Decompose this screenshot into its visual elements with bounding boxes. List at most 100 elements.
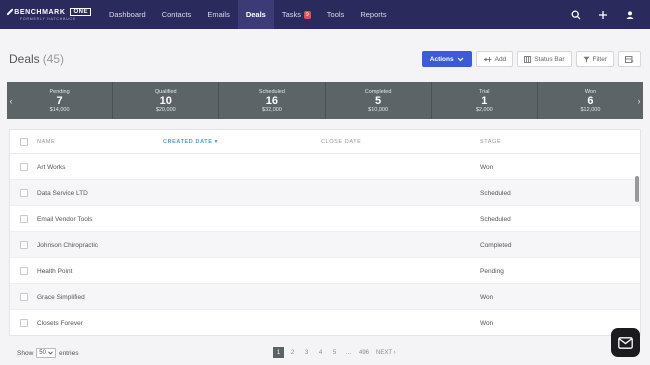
page-button-5[interactable]: 5	[329, 347, 340, 358]
nav-item-deals[interactable]: Deals	[237, 0, 274, 29]
deal-count: (45)	[42, 52, 65, 66]
deal-name[interactable]: Johnson Chiropractic	[37, 232, 98, 258]
page-title-text: Deals	[9, 52, 40, 66]
stage-trial[interactable]: Trial 1 $2,000	[430, 82, 537, 119]
logo[interactable]: BENCHMARK ONE FORMERLY HATCHBUCK	[6, 8, 91, 21]
column-header-name[interactable]: NAME	[37, 139, 55, 145]
nav-actions	[570, 0, 636, 29]
stage-count: 7	[56, 94, 63, 107]
stage-count: 6	[587, 94, 594, 107]
page-button-4[interactable]: 4	[315, 347, 326, 358]
table-row[interactable]: Health Point Pending	[10, 258, 640, 284]
toolbar: Actions Add Status Bar Filter	[421, 51, 641, 67]
logo-mark-icon	[6, 8, 14, 16]
add-button[interactable]: Add	[475, 51, 514, 67]
table-scrollbar[interactable]	[634, 154, 640, 335]
stage-count: 16	[265, 94, 279, 107]
stage-scheduled[interactable]: Scheduled 16 $32,000	[218, 82, 324, 119]
nav-item-label: Deals	[245, 10, 266, 19]
deal-stage: Pending	[480, 267, 504, 275]
status-bar-label: Status Bar	[534, 55, 565, 63]
nav-item-label: Contacts	[161, 10, 192, 19]
table-row[interactable]: Grace Simplified Won	[10, 284, 640, 310]
deal-name[interactable]: Health Point	[37, 258, 72, 284]
pagination: 1 2 3 4 5 … 496 NEXT ›	[273, 347, 398, 358]
entries-label: entries	[58, 349, 79, 357]
nav-menu: Dashboard Contacts Emails Deals Tasks 9 T…	[101, 0, 395, 29]
logo-row: BENCHMARK ONE	[6, 8, 91, 16]
page-button-3[interactable]: 3	[301, 347, 312, 358]
deal-name[interactable]: Art Works	[37, 154, 65, 180]
logo-one: ONE	[70, 8, 91, 16]
chevron-right-icon[interactable]: ›	[635, 82, 643, 119]
stage-amount: $20,000	[155, 106, 176, 113]
deal-stage: Scheduled	[480, 215, 511, 223]
nav-item-tasks[interactable]: Tasks 9	[274, 0, 319, 29]
row-checkbox[interactable]	[20, 215, 28, 223]
table-row[interactable]: Art Works Won	[10, 154, 640, 180]
table-row[interactable]: Email Vendor Tools Scheduled	[10, 206, 640, 232]
chat-button[interactable]	[611, 328, 640, 357]
stage-count: 1	[481, 94, 488, 107]
deal-name[interactable]: Closets Forever	[37, 310, 83, 335]
page-size-select[interactable]: 50	[36, 348, 56, 358]
select-all-checkbox[interactable]	[20, 138, 28, 146]
row-checkbox[interactable]	[20, 267, 28, 275]
status-bar-icon	[524, 55, 532, 63]
nav-item-contacts[interactable]: Contacts	[154, 0, 200, 29]
deal-name[interactable]: Email Vendor Tools	[37, 206, 93, 232]
stage-won[interactable]: Won 6 $12,000	[536, 82, 643, 119]
column-header-stage[interactable]: STAGE	[480, 139, 501, 145]
stage-completed[interactable]: Completed 5 $10,000	[324, 82, 431, 119]
table-row[interactable]: Closets Forever Won	[10, 310, 640, 335]
user-icon[interactable]	[624, 9, 636, 21]
table-row[interactable]: Data Service LTD Scheduled	[10, 180, 640, 206]
scrollbar-thumb[interactable]	[635, 176, 639, 202]
deal-name[interactable]: Grace Simplified	[37, 284, 85, 310]
filter-button[interactable]: Filter	[575, 51, 614, 67]
page-button-1[interactable]: 1	[273, 347, 284, 358]
row-checkbox[interactable]	[20, 189, 28, 197]
filter-icon	[583, 56, 590, 62]
nav-item-label: Tasks	[281, 10, 302, 19]
search-icon[interactable]	[570, 9, 582, 21]
status-bar-button[interactable]: Status Bar	[517, 51, 572, 67]
row-checkbox[interactable]	[20, 293, 28, 301]
page-size-control: Show 50 entries	[17, 348, 78, 358]
nav-item-dashboard[interactable]: Dashboard	[101, 0, 154, 29]
plus-icon[interactable]	[597, 9, 609, 21]
next-page-button[interactable]: NEXT ›	[374, 347, 398, 358]
stage-amount: $32,000	[261, 106, 282, 113]
columns-button[interactable]	[618, 51, 641, 67]
nav-item-label: Dashboard	[109, 10, 146, 19]
nav-item-emails[interactable]: Emails	[199, 0, 238, 29]
page-button-2[interactable]: 2	[287, 347, 298, 358]
row-checkbox[interactable]	[20, 163, 28, 171]
nav-item-reports[interactable]: Reports	[352, 0, 394, 29]
deal-name[interactable]: Data Service LTD	[37, 180, 88, 206]
add-label: Add	[494, 55, 507, 63]
row-checkbox[interactable]	[20, 241, 28, 249]
column-header-created-date[interactable]: CREATED DATE ▾	[163, 139, 218, 145]
actions-label: Actions	[429, 55, 454, 63]
stage-qualified[interactable]: Qualified 10 $20,000	[112, 82, 218, 119]
chevron-left-icon[interactable]: ‹	[7, 82, 15, 119]
filter-label: Filter	[592, 55, 607, 63]
table-row[interactable]: Johnson Chiropractic Completed	[10, 232, 640, 258]
stage-pending[interactable]: Pending 7 $14,000	[7, 82, 112, 119]
column-header-close-date[interactable]: CLOSE DATE	[321, 139, 361, 145]
stage-count: 10	[159, 94, 172, 107]
stage-amount: $2,000	[475, 106, 493, 113]
actions-button[interactable]: Actions	[421, 51, 472, 67]
show-label: Show	[17, 349, 34, 357]
stage-amount: $12,000	[580, 106, 601, 113]
page-button-last[interactable]: 496	[357, 347, 371, 358]
nav-item-tools[interactable]: Tools	[319, 0, 353, 29]
row-checkbox[interactable]	[20, 319, 28, 327]
pagination-ellipsis: …	[345, 349, 352, 356]
chevron-down-icon	[457, 57, 464, 61]
nav-item-label: Emails	[207, 10, 230, 19]
stage-amount: $10,000	[368, 106, 389, 113]
top-nav: BENCHMARK ONE FORMERLY HATCHBUCK Dashboa…	[0, 0, 650, 29]
tasks-count-badge: 9	[304, 10, 311, 19]
